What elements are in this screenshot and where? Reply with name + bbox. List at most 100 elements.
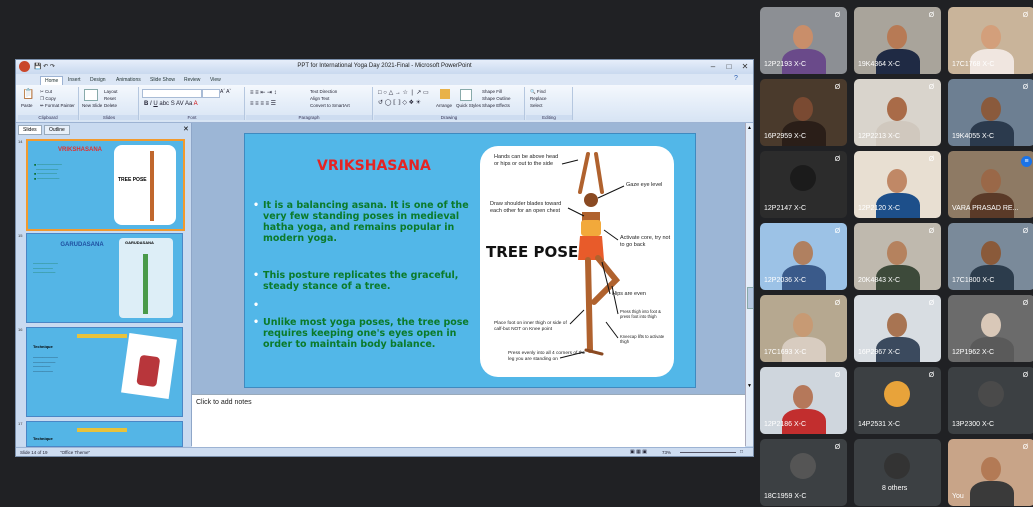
participant-tile[interactable]: 12P2186 X-C Ø (760, 367, 847, 434)
thumb-title: GARUDASANA (60, 242, 104, 248)
view-buttons[interactable]: ▣ ▦ ▣ (630, 448, 647, 456)
vertical-scrollbar[interactable]: ▲ ▼ (745, 123, 753, 446)
current-slide[interactable]: VRIKSHASANA • It is a balancing asana. It… (244, 133, 696, 388)
participant-tile[interactable]: 12P2036 X-C Ø (760, 223, 847, 290)
participant-name: You (952, 493, 964, 500)
maximize-button[interactable]: □ (722, 62, 736, 72)
zoom-level[interactable]: 73% (662, 448, 671, 456)
ribbon: 📋 Paste ✂ Cut ❐ Copy ✏ Format Painter Cl… (16, 85, 753, 123)
scroll-down-icon[interactable]: ▼ (747, 383, 752, 389)
tab-animations[interactable]: Animations (112, 76, 145, 85)
participant-tile[interactable]: 12P1962 X-C Ø (948, 295, 1033, 362)
scissors-icon: ✂ (40, 89, 44, 94)
thumb-text: ────────── ───────── ─────── ──────── (33, 356, 58, 374)
shape-fill-button[interactable]: Shape Fill (482, 89, 502, 94)
arrange-icon[interactable] (440, 89, 450, 99)
copy-button[interactable]: ❐ Copy (40, 96, 56, 102)
participant-tile[interactable]: 19K4055 X-C Ø (948, 79, 1033, 146)
participant-tile[interactable]: 17C1768 X-C Ø (948, 7, 1033, 74)
participant-tile[interactable]: 14P2531 X-C Ø (854, 367, 941, 434)
participant-tile[interactable]: 16P2967 X-C Ø (854, 295, 941, 362)
thumb-text: ■ ────────── ───────── ■ ──────── ■ ────… (34, 163, 62, 181)
tab-outline[interactable]: Outline (44, 125, 70, 135)
tab-insert[interactable]: Insert (64, 76, 85, 85)
paragraph-group: ≡ ≡ ⇤ ⇥ ↕ ≡ ≡ ≡ ≡ ☰ Text Direction Align… (246, 87, 373, 120)
mic-muted-icon: Ø (928, 12, 935, 19)
participant-tile[interactable]: 12P2147 X-C Ø (760, 151, 847, 218)
mic-muted-icon: Ø (834, 372, 841, 379)
participant-tile[interactable]: 20K4843 X-C Ø (854, 223, 941, 290)
close-button[interactable]: ✕ (738, 62, 752, 72)
font-name-combo[interactable] (142, 89, 202, 98)
shapes-gallery-row2[interactable]: ↺ ◯ ⟦ ⟧ ◇ ❖ ☀ (378, 99, 421, 106)
participant-tile[interactable]: VARA PRASAD RE... ≡ (948, 151, 1033, 218)
thumb-tree-pose-label: TREE POSE (118, 177, 147, 183)
tab-slide-show[interactable]: Slide Show (146, 76, 179, 85)
shape-effects-button[interactable]: Shape Effects (482, 103, 510, 108)
align-buttons[interactable]: ≡ ≡ ≡ ≡ ☰ (250, 100, 276, 107)
thumb-number: 17 (18, 421, 23, 426)
close-panel-icon[interactable]: ✕ (183, 125, 189, 133)
notes-pane[interactable]: Click to add notes (192, 394, 745, 447)
cut-button[interactable]: ✂ Cut (40, 89, 52, 95)
tab-design[interactable]: Design (86, 76, 110, 85)
tab-slides[interactable]: Slides (18, 125, 42, 135)
participant-face (887, 169, 907, 193)
slide-thumbnail-15[interactable]: GARUDASANA ────────── ──────── ─────────… (26, 233, 183, 323)
layout-button[interactable]: Layout (104, 89, 118, 94)
new-slide-icon[interactable] (84, 89, 98, 101)
participant-tile[interactable]: 12P2213 X-C Ø (854, 79, 941, 146)
participant-tile[interactable]: 13P2300 X-C Ø (948, 367, 1033, 434)
font-size-combo[interactable] (202, 89, 220, 98)
participant-tile[interactable]: 16P2959 X-C Ø (760, 79, 847, 146)
minimize-button[interactable]: – (706, 62, 720, 72)
participant-tile[interactable]: 12P2120 X-C Ø (854, 151, 941, 218)
select-button[interactable]: Select (530, 103, 543, 108)
participant-name: 17C1768 X-C (952, 61, 995, 68)
list-buttons[interactable]: ≡ ≡ ⇤ ⇥ ↕ (250, 89, 277, 96)
replace-button[interactable]: Replace (530, 96, 547, 101)
find-button[interactable]: 🔍 Find (530, 89, 546, 95)
shape-outline-button[interactable]: Shape Outline (482, 96, 511, 101)
window-title: PPT for International Yoga Day 2021-Fina… (297, 63, 472, 69)
mic-muted-icon: Ø (928, 156, 935, 163)
bullet-2: • This posture replicates the graceful, s… (253, 270, 459, 292)
participant-tile[interactable]: 17C1800 X-C Ø (948, 223, 1033, 290)
participant-tile[interactable]: 8 others (854, 439, 941, 506)
paste-icon[interactable]: 📋 (22, 89, 34, 100)
text-direction-button[interactable]: Text Direction (310, 89, 337, 94)
mic-muted-icon: Ø (834, 156, 841, 163)
participant-tile[interactable]: 12P2193 X-C Ø (760, 7, 847, 74)
participant-tile[interactable]: You Ø (948, 439, 1033, 506)
fit-window-icon[interactable]: □ (740, 448, 743, 456)
grow-font-icon[interactable]: Aˆ Aˇ (220, 89, 231, 95)
new-slide-button[interactable]: New Slide (82, 103, 102, 108)
reset-button[interactable]: Reset (104, 96, 116, 101)
tab-review[interactable]: Review (180, 76, 204, 85)
participant-tile[interactable]: 18C1959 X-C Ø (760, 439, 847, 506)
slide-thumbnail-16[interactable]: Technique ────────── ───────── ─────── ─… (26, 327, 183, 417)
quick-styles-button[interactable]: Quick Styles (456, 103, 481, 108)
slide-thumbnail-14[interactable]: VRIKSHASANA ■ ────────── ───────── ■ ───… (26, 139, 185, 231)
participant-tile[interactable]: 19K4364 X-C Ø (854, 7, 941, 74)
participant-face (887, 241, 907, 265)
delete-button[interactable]: Delete (104, 103, 117, 108)
paste-button[interactable]: Paste (21, 103, 33, 108)
thumb-title-bar (77, 428, 127, 432)
format-painter-button[interactable]: ✏ Format Painter (40, 103, 75, 109)
slide-thumbnail-17[interactable]: Technique (26, 421, 183, 447)
help-icon[interactable]: ? (734, 75, 738, 82)
quick-styles-icon[interactable] (460, 89, 472, 101)
scroll-up-icon[interactable]: ▲ (747, 125, 752, 131)
participant-grid: 12P2193 X-C Ø 19K4364 X-C Ø 17C1768 X-C Ø 16P2… (760, 7, 1033, 506)
arrange-button[interactable]: Arrange (436, 103, 452, 108)
zoom-slider[interactable] (680, 452, 736, 453)
shapes-gallery[interactable]: □ ○ △ → ☆ ❘ ↗ ▭ (378, 89, 429, 96)
scroll-thumb[interactable] (747, 287, 753, 309)
align-text-button[interactable]: Align Text (310, 96, 329, 101)
participant-tile[interactable]: 17C1693 X-C Ø (760, 295, 847, 362)
participant-name: 12P2120 X-C (858, 205, 901, 212)
tab-view[interactable]: View (206, 76, 225, 85)
convert-smartart-button[interactable]: Convert to SmartArt (310, 103, 350, 108)
font-format-buttons[interactable]: B I U abc S AV Aa A (144, 101, 198, 107)
